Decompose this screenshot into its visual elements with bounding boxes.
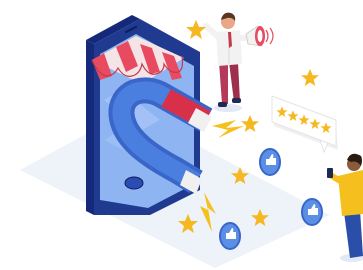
megaphone-icon [245,25,274,47]
marketing-illustration [0,0,363,270]
home-button [124,176,144,190]
illustration-canvas [20,12,363,268]
rating-card-icon [271,95,338,154]
man-figure [203,12,255,112]
woman-figure [327,153,363,262]
